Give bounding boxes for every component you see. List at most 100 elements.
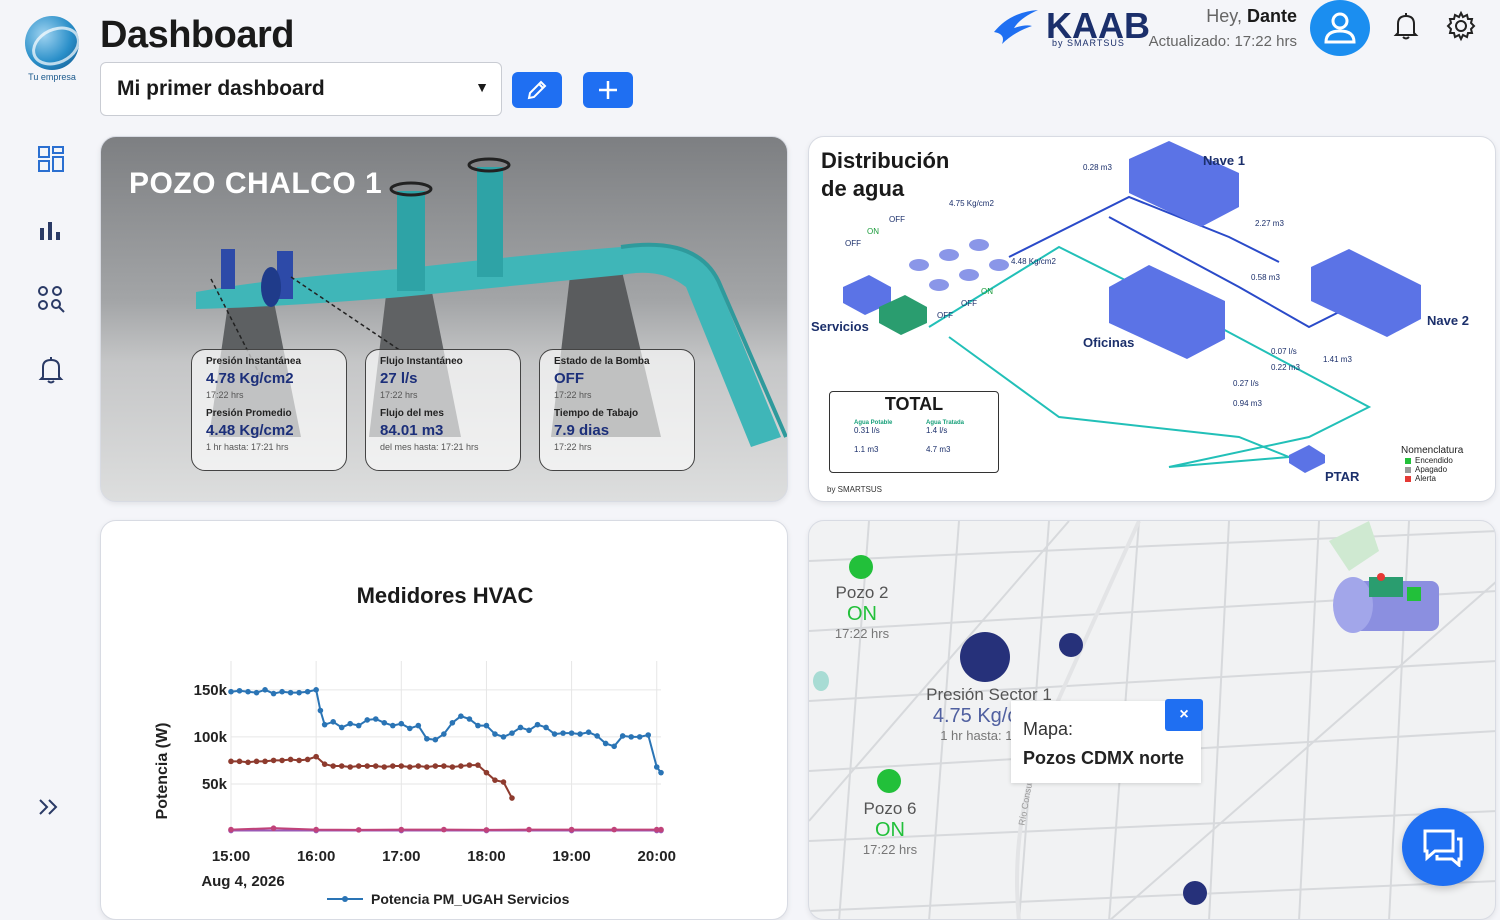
metric-time: 17:22 hrs — [554, 390, 592, 400]
data-point — [415, 722, 422, 729]
hvac-line-chart[interactable]: 15:00 16:00 17:00 18:00 19:00 20:00 50k 100k 150… — [101, 521, 788, 920]
data-point — [338, 724, 345, 731]
bar-chart-icon[interactable] — [34, 214, 68, 248]
data-point — [313, 826, 319, 833]
data-point — [611, 826, 617, 833]
data-point — [560, 730, 566, 736]
edit-dashboard-button[interactable] — [512, 72, 562, 108]
metric-time: del mes hasta: 17:21 hrs — [380, 442, 479, 452]
state-label: OFF — [937, 311, 953, 320]
state-label: OFF — [961, 299, 977, 308]
marker-pozo-6[interactable]: Pozo 6 ON 17:22 hrs — [855, 799, 925, 857]
data-point — [313, 753, 319, 760]
data-point — [253, 758, 260, 765]
title-line-1: Distribución — [821, 148, 950, 173]
data-point — [658, 826, 664, 833]
metric-time: 17:22 hrs — [380, 390, 418, 400]
data-point — [492, 731, 498, 737]
data-point — [304, 756, 311, 763]
x-tick-label: 20:00 — [638, 848, 676, 865]
diagram-footer: by SMARTSUS — [827, 485, 882, 494]
data-point — [424, 735, 430, 742]
y-tick-label: 50k — [202, 776, 228, 793]
data-point — [262, 687, 268, 693]
data-point — [602, 740, 609, 747]
reading-label: 1.41 m3 — [1323, 355, 1352, 364]
data-point — [645, 732, 652, 738]
data-point — [381, 764, 388, 770]
data-point — [543, 724, 549, 731]
state-label: OFF — [845, 239, 861, 248]
brand-sub: by SMARTSUS — [1052, 38, 1125, 48]
metric-value: 7.9 dias — [554, 422, 610, 439]
grid-icon[interactable] — [34, 142, 68, 176]
marker-pozo-2[interactable]: Pozo 2 ON 17:22 hrs — [827, 583, 897, 641]
user-avatar[interactable] — [1310, 0, 1370, 56]
data-point — [245, 688, 251, 695]
marker-time: 17:22 hrs — [834, 626, 890, 641]
chat-button[interactable] — [1402, 808, 1484, 886]
metric-label: Flujo Instantáneo — [380, 356, 463, 367]
reading-label: 0.22 m3 — [1271, 363, 1300, 372]
close-popup-button[interactable]: × — [1165, 699, 1203, 731]
bell-icon[interactable] — [34, 352, 68, 386]
data-point — [594, 733, 600, 739]
data-point — [279, 757, 285, 764]
add-dashboard-button[interactable] — [583, 72, 633, 108]
flow-metric-panel: Flujo Instantáneo 27 l/s 17:22 hrs Flujo… — [365, 349, 521, 471]
data-point — [262, 758, 268, 765]
data-point — [509, 795, 515, 801]
data-point — [270, 757, 277, 764]
water-distribution-card[interactable]: Distribución de agua Nave 1 Nave 2 Ofici… — [808, 136, 1496, 502]
chevron-down-icon: ▼ — [475, 79, 489, 95]
data-point — [611, 743, 617, 750]
data-point — [458, 763, 464, 769]
data-point — [441, 826, 447, 833]
page-title: Dashboard — [100, 14, 294, 56]
greeting-text: Hey, — [1206, 6, 1242, 26]
metric-label: Tiempo de Tabajo — [554, 408, 639, 419]
data-point — [228, 826, 234, 833]
popup-map-name: Pozos CDMX norte — [1023, 748, 1185, 768]
legend-label: Potencia PM_UGAH Servicios — [371, 891, 570, 907]
data-point — [398, 763, 405, 769]
marker-state: ON — [847, 603, 877, 625]
user-greeting: Hey, Dante Actualizado: 17:22 hrs — [1149, 6, 1297, 50]
state-label: OFF — [889, 215, 905, 224]
total-value: 1.1 m3 — [854, 445, 879, 454]
nave1-label: Nave 1 — [1203, 153, 1245, 168]
data-point — [551, 731, 558, 737]
data-point — [364, 717, 371, 723]
marker-time: 17:22 hrs — [862, 842, 918, 857]
data-point — [475, 762, 481, 768]
data-point — [449, 719, 456, 726]
nave2-label: Nave 2 — [1427, 313, 1469, 328]
y-tick-label: 150k — [194, 682, 228, 699]
data-point — [653, 764, 660, 770]
double-chevron-icon[interactable] — [34, 790, 68, 824]
data-point — [492, 777, 498, 783]
chat-icon — [1423, 829, 1463, 867]
dashboard-select[interactable]: Mi primer dashboard ▼ — [100, 62, 502, 116]
data-point — [364, 763, 371, 769]
pozo-title: POZO CHALCO 1 — [129, 167, 383, 200]
bell-icon[interactable] — [1390, 10, 1422, 42]
data-point — [338, 763, 345, 769]
company-logo[interactable]: Tu empresa — [22, 16, 82, 82]
data-point — [568, 730, 575, 736]
map-card[interactable]: Pozo 2 ON 17:22 hrs Presión Sector 1 4.7… — [808, 520, 1496, 920]
hvac-chart-card[interactable]: Medidores HVAC 15:00 16:00 17:00 18:00 19:00… — [100, 520, 788, 920]
reading-label: 0.27 l/s — [1233, 379, 1259, 388]
pozo-card[interactable]: POZO CHALCO 1 Presión Instantánea 4.78 K… — [100, 136, 788, 502]
gear-icon[interactable] — [1445, 10, 1477, 42]
data-point — [287, 756, 294, 763]
search-shapes-icon[interactable] — [34, 282, 68, 316]
data-point — [313, 687, 319, 693]
data-point — [585, 729, 592, 735]
data-point — [424, 764, 430, 770]
data-point — [466, 762, 473, 768]
data-point — [483, 827, 490, 833]
legend-title: Nomenclatura — [1401, 445, 1464, 456]
data-point — [253, 689, 260, 696]
distribution-title: Distribución de agua — [821, 147, 991, 203]
